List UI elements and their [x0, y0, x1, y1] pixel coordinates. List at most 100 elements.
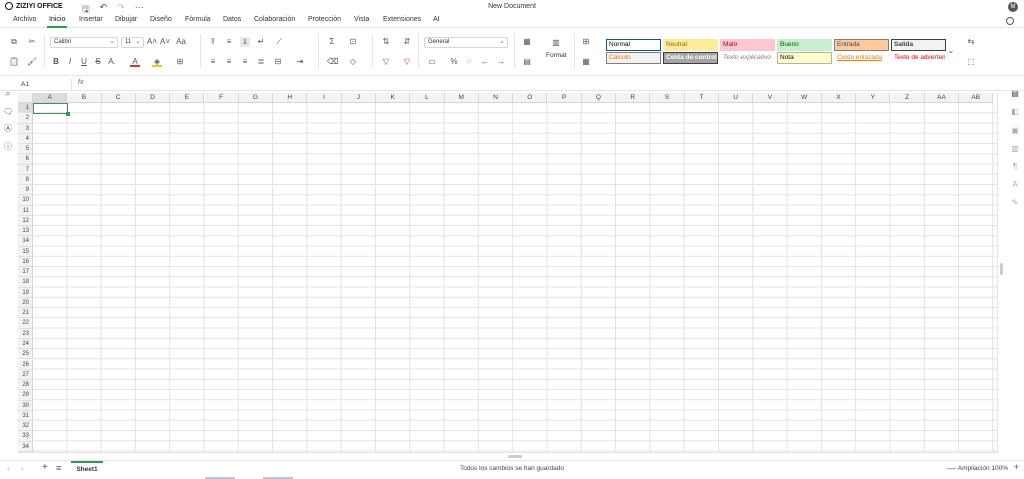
menu-extensiones[interactable]: Extensiones — [383, 16, 421, 23]
menu-inicio[interactable]: Inicio — [46, 16, 68, 28]
column-header[interactable]: AB — [959, 93, 994, 103]
font-name-select[interactable]: Calibri — [50, 37, 118, 48]
column-header[interactable]: Y — [856, 93, 891, 103]
column-header[interactable]: S — [650, 93, 685, 103]
column-header[interactable]: U — [719, 93, 754, 103]
conditional-format-icon[interactable]: ▦ — [522, 37, 532, 47]
justify-icon[interactable]: ≣ — [256, 57, 266, 67]
paste-icon[interactable]: 📋 — [9, 57, 19, 67]
decrease-font-icon[interactable]: A˅ — [160, 37, 170, 47]
cell-style-item[interactable]: Bueno — [777, 39, 832, 51]
align-center-icon[interactable]: ≡ — [224, 57, 234, 67]
change-case-icon[interactable]: Aa — [176, 37, 186, 47]
column-header[interactable]: N — [478, 93, 514, 103]
column-header[interactable]: L — [410, 93, 445, 103]
find-replace-icon[interactable]: ⇆ — [966, 37, 976, 47]
increase-decimal-icon[interactable]: ← — [480, 57, 490, 67]
cell-style-item[interactable]: Cálculo — [606, 52, 661, 64]
comma-style-icon[interactable]: ◌ — [464, 57, 474, 67]
cut-icon[interactable]: ✂ — [27, 37, 37, 47]
zoom-out-icon[interactable]: — — [947, 463, 956, 473]
select-all-corner[interactable] — [18, 93, 33, 103]
column-header[interactable]: H — [273, 93, 308, 103]
filter-icon[interactable]: ▽ — [381, 57, 391, 67]
zoom-level[interactable]: Ampliación 100% — [958, 465, 1008, 472]
align-top-icon[interactable]: ⫪ — [208, 37, 218, 47]
row-header[interactable]: 21 — [18, 308, 33, 319]
column-header[interactable]: J — [341, 93, 376, 103]
row-header[interactable]: 29 — [18, 390, 33, 401]
menu-datos[interactable]: Datos — [223, 16, 241, 23]
orientation-icon[interactable]: ⟋ — [274, 37, 284, 47]
column-header[interactable]: F — [204, 93, 239, 103]
row-header[interactable]: 22 — [18, 318, 33, 329]
cell-style-item[interactable]: Neutral — [663, 39, 718, 51]
column-header[interactable]: B — [67, 93, 102, 103]
script-icon[interactable]: A. — [107, 57, 117, 67]
fx-icon[interactable]: fx — [78, 79, 83, 86]
info-icon[interactable]: ⓘ — [3, 142, 13, 152]
row-header[interactable]: 27 — [18, 369, 33, 380]
row-header[interactable]: 6 — [18, 154, 33, 165]
row-header[interactable]: 14 — [18, 236, 33, 247]
align-bottom-icon[interactable]: ⫫ — [240, 37, 250, 47]
comments-icon[interactable]: 🗨 — [3, 107, 13, 117]
font-size-select[interactable]: 11 — [121, 37, 144, 48]
formula-input[interactable] — [92, 79, 1002, 90]
select-icon[interactable]: ⬚ — [966, 57, 976, 67]
percent-icon[interactable]: % — [449, 57, 459, 67]
insert-cells-icon[interactable]: ⊞ — [581, 37, 591, 47]
table-format-icon[interactable]: ▦ — [581, 57, 591, 67]
paragraph-settings-icon[interactable]: ¶ — [1010, 162, 1020, 172]
italic-icon[interactable]: I — [65, 57, 75, 67]
row-header[interactable]: 4 — [18, 133, 33, 145]
row-header[interactable]: 11 — [18, 205, 33, 216]
clear-filter-icon[interactable]: ▽ — [402, 57, 412, 67]
strikethrough-icon[interactable]: S — [93, 57, 103, 67]
menu-formula[interactable]: Fórmula — [185, 16, 211, 23]
spreadsheet-grid[interactable]: A B C D E F G H I J K L M N O P Q R S T U V W X Y Z AA AB 123456789… — [18, 93, 997, 453]
sort-ascending-icon[interactable]: ⇅ — [381, 37, 391, 47]
underline-icon[interactable]: U — [79, 57, 89, 67]
row-header[interactable]: 1 — [18, 103, 33, 114]
cell-style-item[interactable]: Salida — [891, 39, 946, 51]
row-header[interactable]: 7 — [18, 164, 33, 175]
menu-vista[interactable]: Vista — [354, 16, 369, 23]
column-header[interactable]: K — [376, 93, 411, 103]
cell-style-item[interactable]: Texto explicativo — [720, 52, 775, 64]
text-icon[interactable]: Ⓐ — [3, 124, 13, 134]
cell-area[interactable] — [33, 103, 997, 453]
vertical-scrollbar[interactable] — [997, 93, 1005, 453]
menu-colaboracion[interactable]: Colaboración — [254, 16, 295, 23]
column-header[interactable]: G — [238, 93, 274, 103]
image-settings-icon[interactable]: ▣ — [1010, 126, 1020, 136]
increase-font-icon[interactable]: A˄ — [147, 37, 157, 47]
column-header[interactable]: E — [170, 93, 205, 103]
signature-settings-icon[interactable]: ✎ — [1010, 198, 1020, 208]
cell-style-item[interactable]: Normal — [606, 39, 661, 51]
sum-icon[interactable]: Σ — [327, 37, 337, 47]
column-header[interactable]: AA — [924, 93, 960, 103]
row-header[interactable]: 26 — [18, 359, 33, 370]
chart-settings-icon[interactable]: ▥ — [1010, 144, 1020, 154]
copy-icon[interactable]: ⧉ — [9, 37, 19, 47]
row-header[interactable]: 18 — [18, 277, 33, 288]
cell-style-item[interactable]: Nota — [777, 52, 832, 64]
active-cell-selection[interactable] — [33, 103, 70, 116]
row-header[interactable]: 12 — [18, 215, 33, 227]
user-avatar[interactable]: M — [1008, 2, 1018, 12]
row-header[interactable]: 9 — [18, 185, 33, 196]
column-header[interactable]: I — [307, 93, 342, 103]
format-label[interactable]: Format — [546, 52, 567, 59]
row-header[interactable]: 30 — [18, 400, 33, 411]
menu-proteccion[interactable]: Protección — [308, 16, 341, 23]
row-header[interactable]: 15 — [18, 246, 33, 257]
horizontal-scroll-thumb[interactable] — [508, 455, 522, 458]
decrease-decimal-icon[interactable]: → — [496, 57, 506, 67]
cell-style-item[interactable]: Entrada — [834, 39, 889, 51]
cell-style-item[interactable]: Texto de advertencia — [891, 52, 946, 64]
cell-style-item[interactable]: Celda enlazada — [834, 52, 889, 64]
menu-archivo[interactable]: Archivo — [13, 16, 36, 23]
row-header[interactable]: 2 — [18, 113, 33, 124]
fill-icon[interactable]: ⊡ — [348, 37, 358, 47]
